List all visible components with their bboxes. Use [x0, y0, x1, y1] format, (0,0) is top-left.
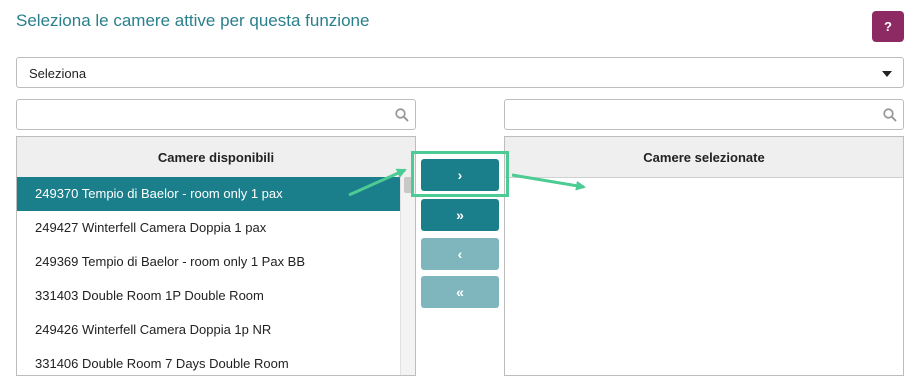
- list-scrollbar[interactable]: [400, 177, 415, 375]
- search-icon: [883, 108, 897, 122]
- available-rooms-header: Camere disponibili: [17, 137, 415, 178]
- scrollbar-thumb[interactable]: [404, 177, 412, 193]
- list-item[interactable]: 249426 Winterfell Camera Doppia 1p NR: [17, 313, 401, 347]
- search-icon: [395, 108, 409, 122]
- selected-search-input[interactable]: [505, 100, 844, 129]
- selected-rooms-header: Camere selezionate: [505, 137, 903, 178]
- remove-one-button[interactable]: ‹: [421, 238, 499, 270]
- available-rooms-list: 249370 Tempio di Baelor - room only 1 pa…: [17, 177, 401, 375]
- list-item[interactable]: 249369 Tempio di Baelor - room only 1 Pa…: [17, 245, 401, 279]
- selected-rooms-panel: Camere selezionate: [504, 136, 904, 376]
- room-select-dropdown[interactable]: Seleziona: [16, 57, 904, 88]
- move-all-button[interactable]: »: [421, 199, 499, 231]
- remove-all-button[interactable]: «: [421, 276, 499, 308]
- caret-down-icon: [882, 71, 892, 77]
- select-value: Seleziona: [29, 66, 87, 81]
- list-item[interactable]: 249427 Winterfell Camera Doppia 1 pax: [17, 211, 401, 245]
- available-search-field[interactable]: [16, 99, 416, 130]
- page-title: Seleziona le camere attive per questa fu…: [16, 11, 370, 30]
- available-rooms-panel: Camere disponibili 249370 Tempio di Bael…: [16, 136, 416, 376]
- help-button[interactable]: ?: [872, 11, 904, 42]
- move-one-button[interactable]: ›: [421, 159, 499, 191]
- available-search-input[interactable]: [17, 100, 356, 129]
- list-item[interactable]: 331403 Double Room 1P Double Room: [17, 279, 401, 313]
- list-item-selected[interactable]: 249370 Tempio di Baelor - room only 1 pa…: [17, 177, 401, 211]
- selected-search-field[interactable]: [504, 99, 904, 130]
- list-item[interactable]: 331406 Double Room 7 Days Double Room: [17, 347, 401, 375]
